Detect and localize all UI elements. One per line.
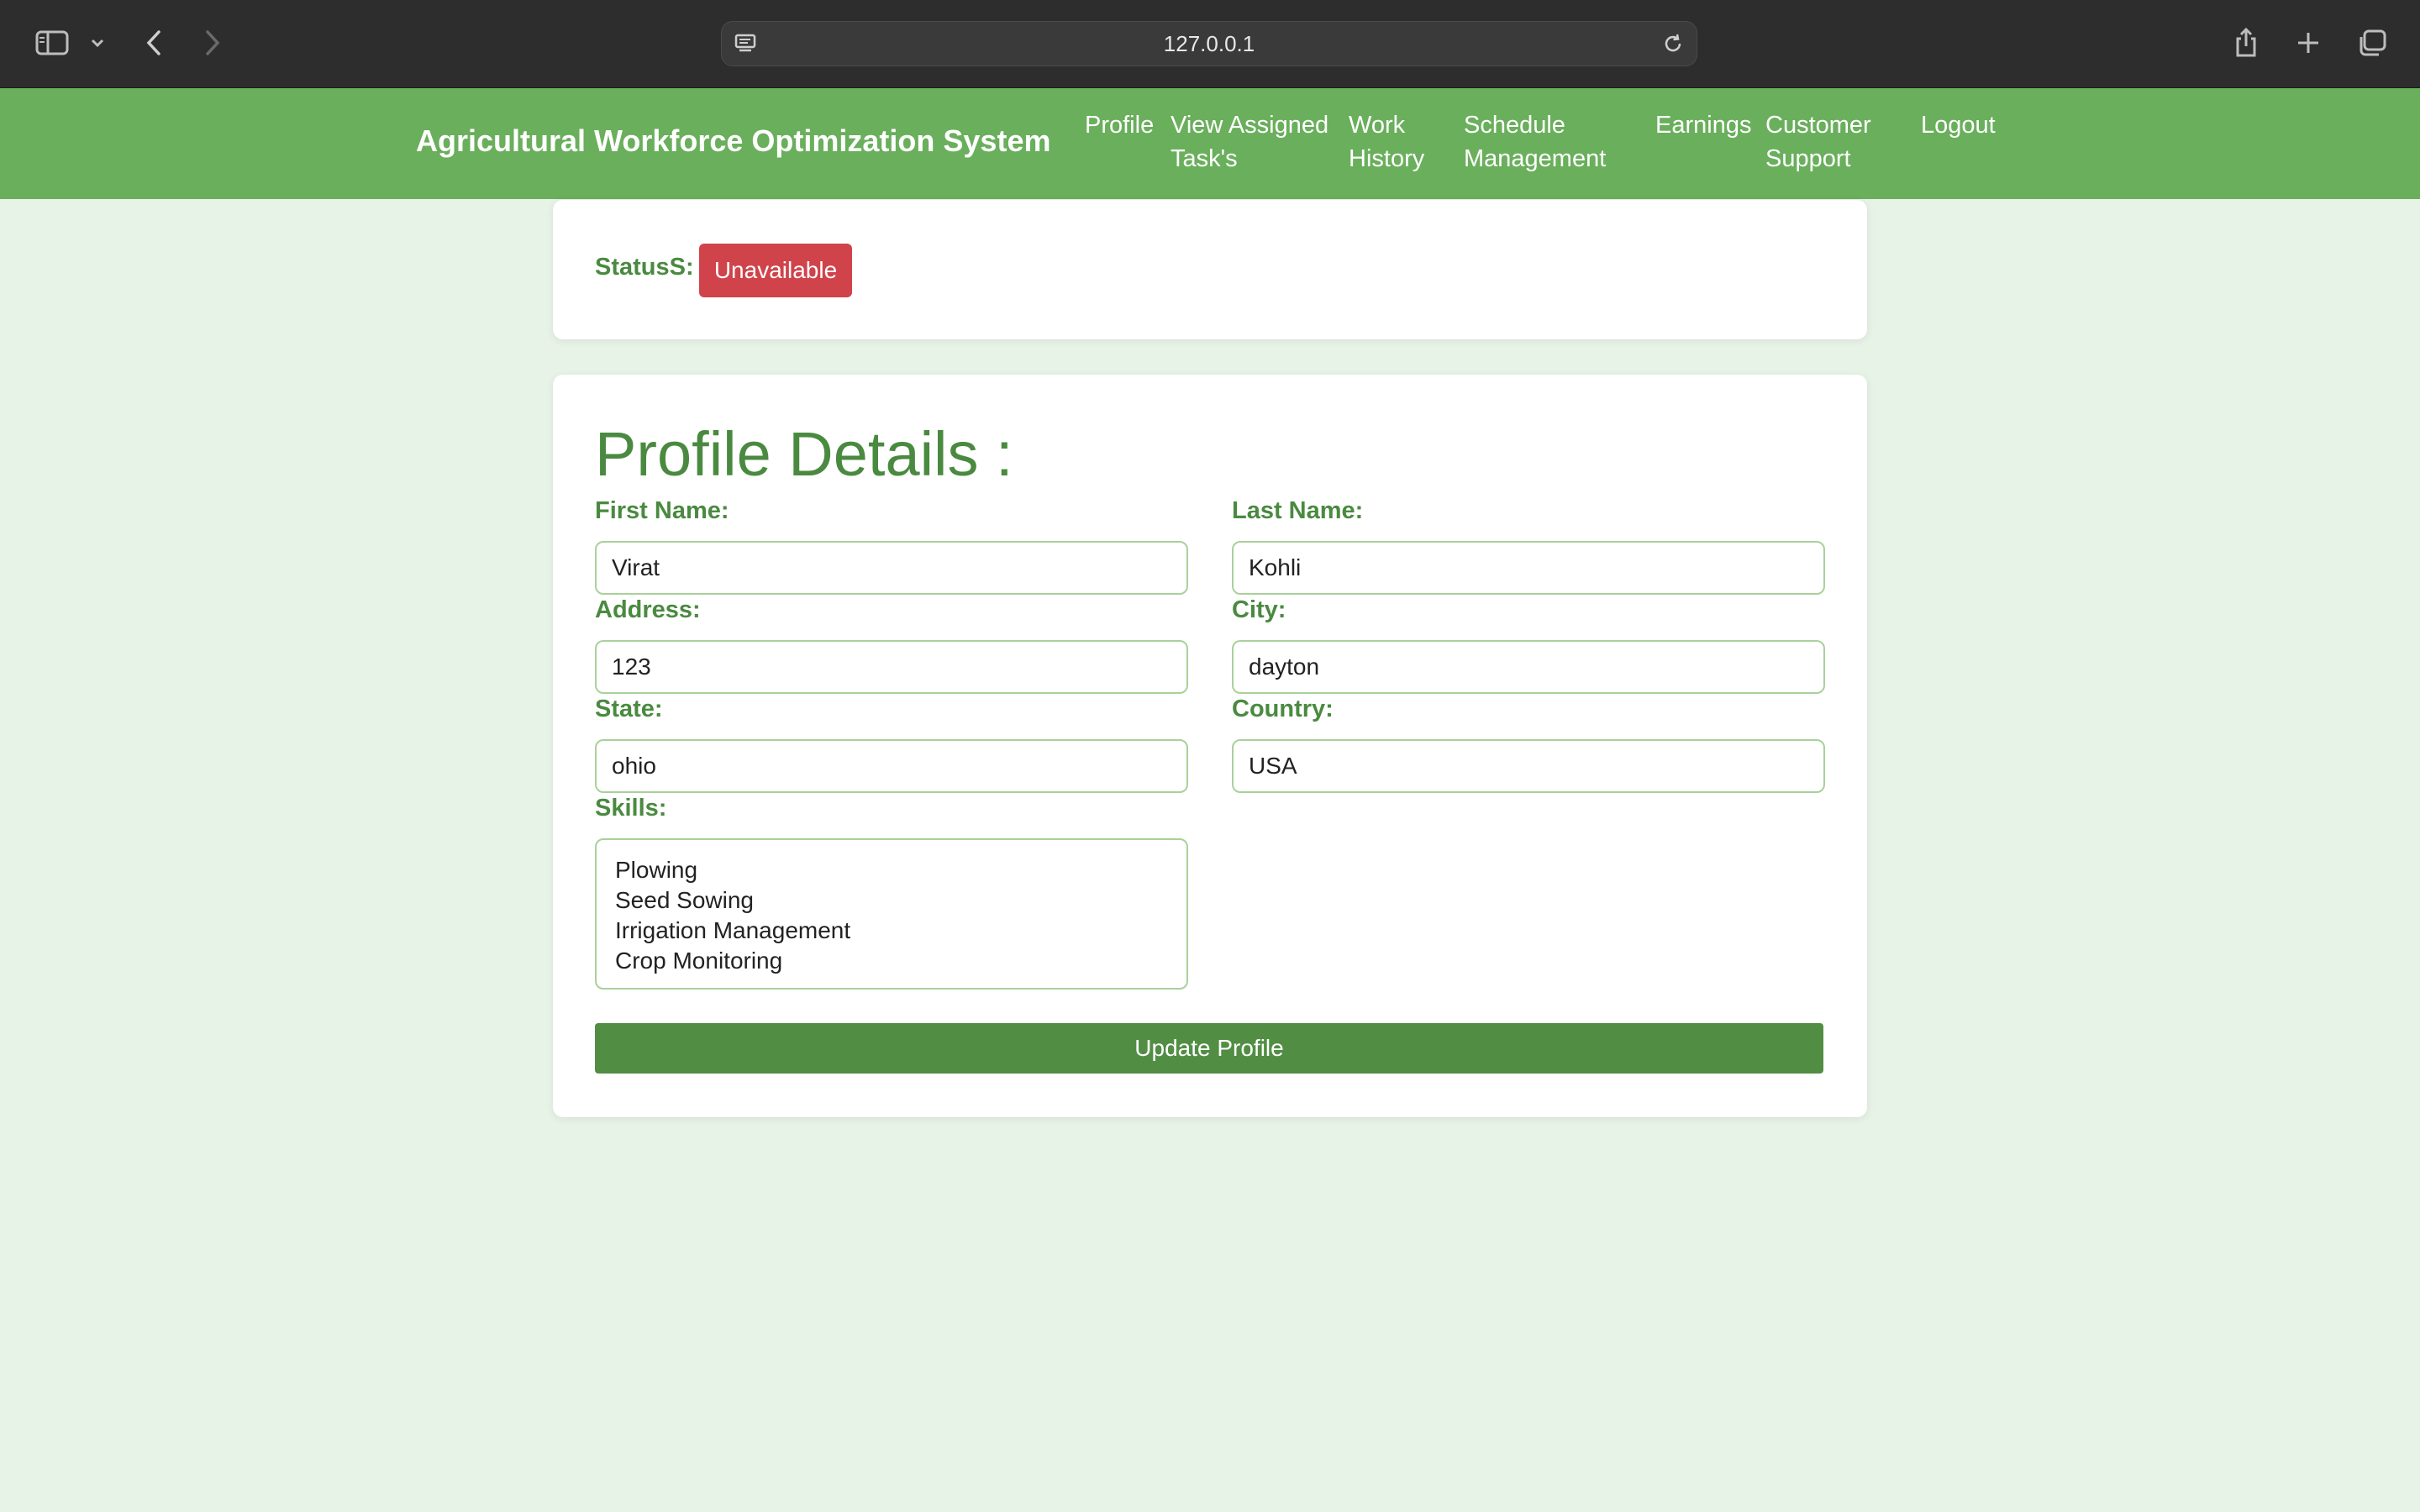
nav-link-logout[interactable]: Logout bbox=[1921, 108, 1996, 142]
nav-link-label: History bbox=[1349, 145, 1425, 172]
nav-link-profile[interactable]: Profile bbox=[1085, 108, 1154, 142]
first-name-label: First Name: bbox=[595, 497, 729, 524]
tab-overview-icon[interactable] bbox=[2356, 22, 2388, 64]
nav-link-earnings[interactable]: Earnings bbox=[1655, 108, 1751, 142]
last-name-label: Last Name: bbox=[1232, 497, 1364, 524]
nav-link-label: View Assigned bbox=[1171, 112, 1329, 139]
top-navbar: Agricultural Workforce Optimization Syst… bbox=[0, 88, 2420, 199]
nav-link-label: Management bbox=[1464, 145, 1607, 172]
first-name-field[interactable] bbox=[595, 541, 1188, 595]
forward-icon[interactable] bbox=[200, 22, 225, 64]
country-label: Country: bbox=[1232, 696, 1334, 722]
update-profile-button[interactable]: Update Profile bbox=[595, 1023, 1823, 1074]
nav-link-label: Schedule bbox=[1464, 112, 1565, 139]
nav-link-label: Support bbox=[1765, 145, 1851, 172]
nav-link-label: Profile bbox=[1085, 112, 1155, 139]
skill-item: Crop Monitoring bbox=[615, 948, 783, 974]
reload-icon[interactable] bbox=[1661, 32, 1685, 55]
city-label: City: bbox=[1232, 596, 1286, 623]
nav-link-customer-support[interactable]: Customer Support bbox=[1765, 108, 1871, 176]
nav-link-work-history[interactable]: Work History bbox=[1349, 108, 1424, 176]
status-badge[interactable]: Unavailable bbox=[699, 244, 852, 297]
nav-link-label: Earnings bbox=[1655, 112, 1752, 139]
skill-item: Plowing bbox=[615, 857, 698, 883]
status-card: StatusS: Unavailable bbox=[553, 200, 1867, 339]
nav-link-schedule-management[interactable]: Schedule Management bbox=[1464, 108, 1606, 176]
skill-item: Seed Sowing bbox=[615, 887, 755, 913]
share-icon[interactable] bbox=[2232, 22, 2260, 64]
skill-item: Irrigation Management bbox=[615, 917, 851, 943]
nav-link-label: Task's bbox=[1171, 145, 1238, 172]
address-field[interactable] bbox=[595, 640, 1188, 694]
country-field[interactable] bbox=[1232, 739, 1825, 793]
last-name-field[interactable] bbox=[1232, 541, 1825, 595]
sidebar-toggle-icon[interactable] bbox=[34, 22, 71, 64]
state-field[interactable] bbox=[595, 739, 1188, 793]
nav-link-label: Customer bbox=[1765, 112, 1871, 139]
back-icon[interactable] bbox=[141, 22, 166, 64]
state-label: State: bbox=[595, 696, 663, 722]
status-label: StatusS: bbox=[595, 254, 694, 281]
nav-link-label: Work bbox=[1349, 112, 1406, 139]
profile-card: Profile Details : First Name: Last Name:… bbox=[553, 375, 1867, 1117]
address-bar[interactable]: 127.0.0.1 bbox=[721, 21, 1697, 66]
address-label: Address: bbox=[595, 596, 701, 623]
url-text: 127.0.0.1 bbox=[1163, 30, 1255, 56]
new-tab-icon[interactable] bbox=[2294, 22, 2323, 64]
skills-label: Skills: bbox=[595, 795, 667, 822]
skills-field[interactable]: Plowing Seed Sowing Irrigation Managemen… bbox=[595, 838, 1188, 990]
chevron-down-icon[interactable] bbox=[87, 22, 108, 64]
brand-title[interactable]: Agricultural Workforce Optimization Syst… bbox=[416, 123, 1050, 159]
city-field[interactable] bbox=[1232, 640, 1825, 694]
nav-link-view-assigned-tasks[interactable]: View Assigned Task's bbox=[1171, 108, 1328, 176]
page-title: Profile Details : bbox=[595, 419, 1013, 489]
browser-toolbar: 127.0.0.1 bbox=[0, 0, 2420, 88]
nav-link-label: Logout bbox=[1921, 112, 1996, 139]
